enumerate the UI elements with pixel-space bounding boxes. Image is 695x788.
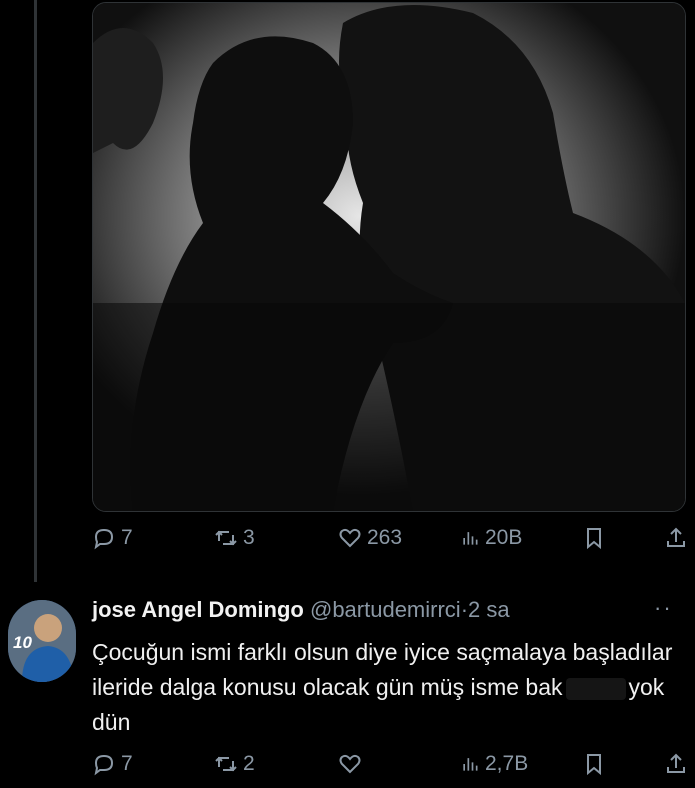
reply-reply-count: 7 (121, 752, 133, 775)
reply-text: Çocuğun ismi farklı olsun diye iyice saç… (92, 635, 692, 740)
reply-views-count: 2,7B (485, 752, 529, 775)
reply-actions-bar: 7 2 2,7B (0, 752, 695, 788)
reply-button[interactable]: 7 (92, 526, 133, 550)
views-count: 20B (485, 526, 523, 549)
reply-reply-button[interactable]: 7 (92, 752, 133, 776)
repost-icon (215, 756, 237, 772)
views-icon (463, 758, 478, 771)
user-handle[interactable]: @bartudemirrci (310, 597, 461, 622)
reply-count: 7 (121, 526, 133, 549)
display-name[interactable]: jose Angel Domingo (92, 597, 304, 622)
reply-views-button[interactable]: 2,7B (460, 752, 528, 776)
tweet-photo[interactable] (92, 2, 686, 512)
like-count: 263 (367, 526, 403, 549)
redacted-word (565, 677, 626, 700)
reply-bookmark-button[interactable] (582, 752, 606, 776)
reply-header: jose Angel Domingo @bartudemirrci·2 sa (92, 597, 510, 623)
bookmark-icon (587, 754, 601, 776)
like-button[interactable]: 263 (338, 526, 402, 550)
bookmark-button[interactable] (582, 526, 606, 550)
tweet-actions-bar: 7 3 263 20B (0, 526, 695, 562)
avatar-image: 10 (8, 600, 76, 682)
more-icon[interactable]: ·· (654, 595, 673, 621)
views-button[interactable]: 20B (460, 526, 522, 550)
reply-repost-button[interactable]: 2 (214, 752, 255, 776)
separator-dot: · (460, 597, 469, 622)
avatar-jersey-number: 10 (13, 633, 32, 652)
bookmark-icon (587, 528, 601, 550)
reply-icon (94, 754, 114, 776)
heart-icon (339, 528, 361, 548)
photo-silhouette (93, 3, 685, 511)
timestamp[interactable]: 2 sa (468, 597, 510, 622)
share-icon (667, 527, 685, 547)
heart-icon (339, 754, 361, 774)
reply-like-button[interactable] (338, 752, 367, 776)
reply-icon (94, 528, 114, 550)
reply-share-button[interactable] (664, 752, 688, 776)
thread-connector-line (34, 0, 37, 582)
repost-icon (215, 530, 237, 546)
share-icon (667, 753, 685, 773)
repost-count: 3 (243, 526, 255, 549)
share-button[interactable] (664, 526, 688, 550)
views-icon (463, 532, 478, 545)
avatar[interactable]: 10 (8, 600, 76, 682)
repost-button[interactable]: 3 (214, 526, 255, 550)
reply-repost-count: 2 (243, 752, 255, 775)
